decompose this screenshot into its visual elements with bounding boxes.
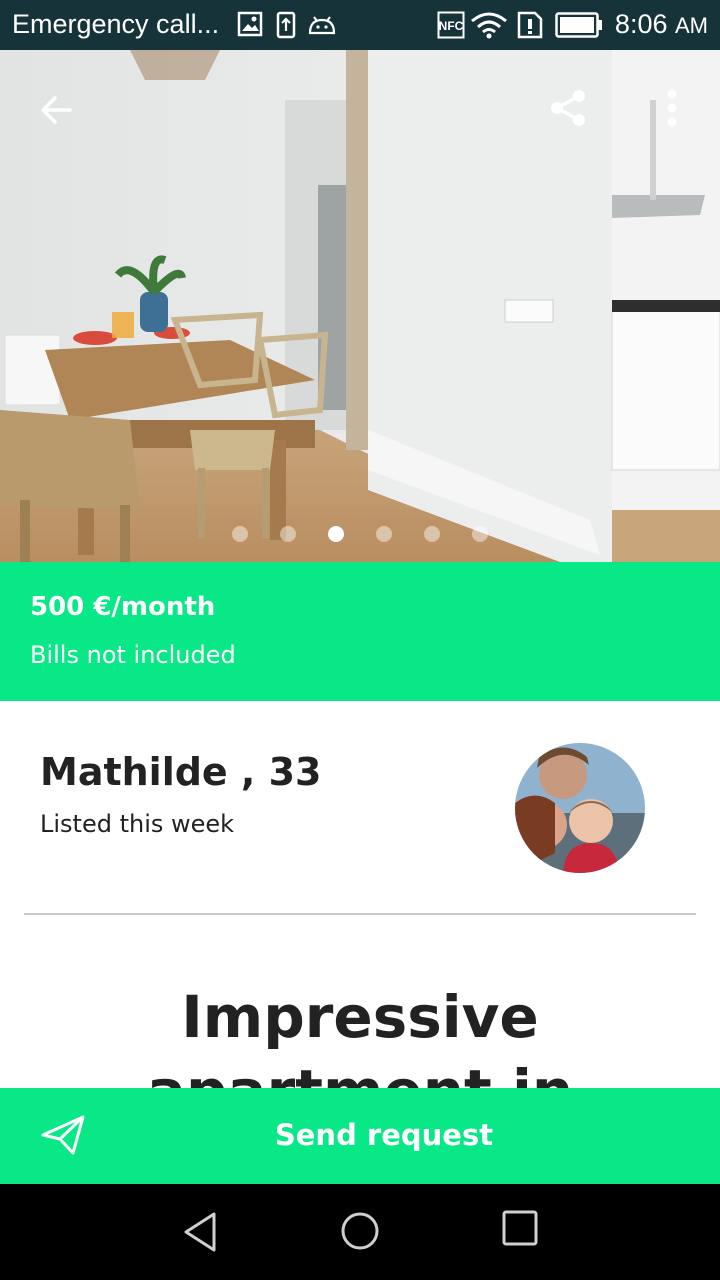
back-button[interactable] xyxy=(28,82,84,138)
nav-recents-icon[interactable] xyxy=(502,1210,538,1246)
nav-back-icon[interactable] xyxy=(180,1210,220,1254)
listed-date: Listed this week xyxy=(40,810,235,838)
upload-icon xyxy=(276,11,296,39)
listing-title-container: Impressive apartment in the xyxy=(0,980,720,1088)
carousel-dot[interactable] xyxy=(424,526,440,542)
nfc-icon: NFC xyxy=(437,11,465,39)
svg-text:NFC: NFC xyxy=(439,19,464,33)
carousel-dot[interactable] xyxy=(328,526,344,542)
share-icon xyxy=(551,90,585,126)
image-icon xyxy=(237,11,263,37)
send-request-label: Send request xyxy=(274,1118,494,1152)
apartment-photo xyxy=(0,50,720,562)
host-photo xyxy=(515,743,645,873)
price-banner: 500 €/month Bills not included xyxy=(0,562,720,701)
more-options-button[interactable] xyxy=(652,80,692,136)
carousel-dot[interactable] xyxy=(232,526,248,542)
status-time: 8:06 AM xyxy=(614,9,708,39)
wifi-icon xyxy=(471,12,507,39)
send-request-button[interactable]: Send request xyxy=(0,1088,720,1184)
section-divider xyxy=(24,913,696,915)
host-avatar[interactable] xyxy=(515,743,645,873)
carousel-dot[interactable] xyxy=(280,526,296,542)
monthly-price: 500 €/month xyxy=(30,592,216,622)
more-vert-icon xyxy=(667,89,677,127)
share-button[interactable] xyxy=(540,80,596,136)
back-arrow-icon xyxy=(41,96,72,124)
android-icon xyxy=(308,16,336,35)
listing-photo-carousel[interactable] xyxy=(0,50,720,562)
carousel-dot[interactable] xyxy=(472,526,488,542)
nav-home-icon[interactable] xyxy=(339,1210,381,1252)
host-name: Mathilde , 33 xyxy=(40,750,322,794)
status-bar: Emergency call... NFC 8:06 AM xyxy=(0,0,720,50)
carousel-dot[interactable] xyxy=(376,526,392,542)
system-navigation-bar xyxy=(0,1184,720,1280)
status-title: Emergency call... xyxy=(12,9,220,39)
carousel-indicator xyxy=(0,524,720,544)
listing-title: Impressive apartment in the xyxy=(147,983,573,1088)
battery-icon xyxy=(555,12,602,38)
bills-note: Bills not included xyxy=(30,641,236,669)
sim-alert-icon xyxy=(517,11,543,39)
